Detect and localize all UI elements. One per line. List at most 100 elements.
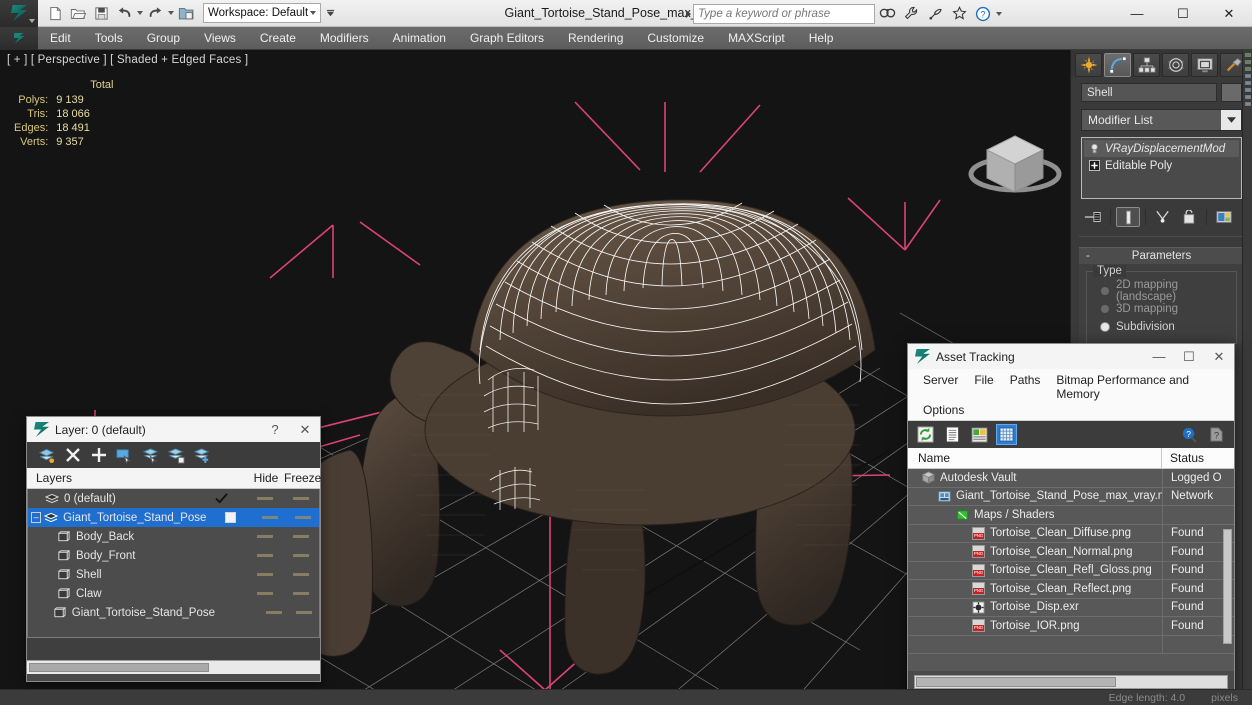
layer-row-default[interactable]: 0 (default) bbox=[28, 489, 319, 508]
toolbar-chip[interactable] bbox=[1245, 95, 1251, 99]
column-name[interactable]: Name bbox=[908, 447, 1162, 469]
menu-item-group[interactable]: Group bbox=[135, 27, 192, 50]
favorite-star-icon[interactable] bbox=[947, 3, 971, 24]
freeze-toggle[interactable] bbox=[283, 592, 319, 595]
right-toolbar-sliver[interactable] bbox=[1242, 50, 1252, 705]
search-icon[interactable] bbox=[875, 3, 899, 24]
hide-toggle[interactable] bbox=[254, 516, 287, 519]
toolbar-chip[interactable] bbox=[1245, 74, 1251, 78]
workspace-selector[interactable]: Workspace: Default bbox=[203, 3, 321, 23]
current-layer-check[interactable] bbox=[195, 493, 247, 504]
layer-close-button[interactable]: ✕ bbox=[290, 417, 320, 442]
layer-dialog[interactable]: Layer: 0 (default) ? ✕ Layers Hide Freez… bbox=[26, 416, 321, 682]
asset-row-diffuse[interactable]: Tortoise_Clean_Diffuse.png Found bbox=[908, 524, 1234, 543]
freeze-toggle[interactable] bbox=[286, 516, 319, 519]
hide-toggle[interactable] bbox=[259, 611, 289, 614]
layer-horizontal-scrollbar[interactable] bbox=[27, 660, 320, 674]
expand-collapse-icon[interactable]: – bbox=[31, 512, 42, 523]
create-tab[interactable] bbox=[1075, 53, 1102, 77]
minimize-button[interactable]: — bbox=[1114, 0, 1160, 27]
new-file-button[interactable] bbox=[44, 3, 66, 24]
help-icon[interactable]: ? bbox=[1180, 425, 1199, 444]
search-input[interactable]: Type a keyword or phrase bbox=[693, 3, 875, 24]
wrench-icon[interactable] bbox=[899, 3, 923, 24]
current-layer-check[interactable] bbox=[206, 512, 253, 523]
asset-menu-paths[interactable]: Paths bbox=[1002, 372, 1049, 402]
asset-menu-server[interactable]: Server bbox=[915, 372, 966, 402]
layer-dialog-titlebar[interactable]: Layer: 0 (default) ? ✕ bbox=[27, 417, 320, 442]
help-icon[interactable]: ? bbox=[971, 3, 995, 24]
set-current-icon[interactable] bbox=[193, 446, 212, 465]
collapse-icon[interactable]: - bbox=[1086, 250, 1090, 262]
hierarchy-tab[interactable] bbox=[1133, 53, 1160, 77]
remove-modifier-icon[interactable] bbox=[1177, 207, 1201, 227]
details-view-icon[interactable] bbox=[970, 425, 989, 444]
delete-layer-icon[interactable] bbox=[63, 446, 82, 465]
toolbar-chip[interactable] bbox=[1245, 60, 1251, 64]
menu-item-rendering[interactable]: Rendering bbox=[556, 27, 635, 50]
asset-row-refl-gloss[interactable]: Tortoise_Clean_Refl_Gloss.png Found bbox=[908, 561, 1234, 580]
asset-vertical-scrollbar[interactable] bbox=[1223, 529, 1232, 644]
rollout-header[interactable]: - Parameters bbox=[1079, 247, 1244, 264]
viewport-label[interactable]: [ + ] [ Perspective ] [ Shaded + Edged F… bbox=[7, 54, 248, 66]
expand-search-icon[interactable] bbox=[686, 9, 691, 18]
show-end-result-icon[interactable] bbox=[1116, 207, 1140, 227]
asset-row-normal[interactable]: Tortoise_Clean_Normal.png Found bbox=[908, 542, 1234, 562]
project-folder-button[interactable] bbox=[175, 3, 197, 24]
toolbar-chip[interactable] bbox=[1245, 88, 1251, 92]
context-help-icon[interactable]: ? bbox=[1207, 425, 1226, 444]
open-file-button[interactable] bbox=[67, 3, 89, 24]
hide-toggle[interactable] bbox=[247, 497, 283, 500]
radio-subdivision[interactable]: Subdivision bbox=[1093, 318, 1230, 336]
toolbar-chip[interactable] bbox=[1245, 67, 1251, 71]
workspace-dropdown-button[interactable] bbox=[323, 3, 337, 23]
add-layer-icon[interactable] bbox=[89, 446, 108, 465]
refresh-icon[interactable] bbox=[916, 425, 935, 444]
toolbar-chip[interactable] bbox=[1245, 81, 1251, 85]
layer-row-giant-tortoise-stand-pose[interactable]: – Giant_Tortoise_Stand_Pose bbox=[28, 508, 319, 527]
freeze-toggle[interactable] bbox=[283, 497, 319, 500]
undo-button[interactable] bbox=[113, 3, 135, 24]
layer-row-body-back[interactable]: Body_Back bbox=[28, 527, 319, 546]
freeze-toggle[interactable] bbox=[283, 535, 319, 538]
make-unique-icon[interactable] bbox=[1151, 207, 1175, 227]
layer-row-body-front[interactable]: Body_Front bbox=[28, 546, 319, 565]
layer-row-claw[interactable]: Claw bbox=[28, 584, 319, 603]
toolbar-chip[interactable] bbox=[1245, 102, 1251, 106]
menu-item-graph-editors[interactable]: Graph Editors bbox=[458, 27, 556, 50]
select-highlighted-icon[interactable] bbox=[141, 446, 160, 465]
menu-item-views[interactable]: Views bbox=[192, 27, 248, 50]
scrollbar-thumb[interactable] bbox=[29, 663, 209, 672]
pin-stack-icon[interactable] bbox=[1081, 207, 1105, 227]
menu-item-animation[interactable]: Animation bbox=[381, 27, 458, 50]
hide-toggle[interactable] bbox=[247, 554, 283, 557]
app-logo-button[interactable] bbox=[0, 0, 38, 27]
satellite-icon[interactable] bbox=[923, 3, 947, 24]
asset-tracking-titlebar[interactable]: Asset Tracking — ☐ ✕ bbox=[908, 344, 1234, 369]
asset-tracking-dialog[interactable]: Asset Tracking — ☐ ✕ Server File Paths B… bbox=[907, 343, 1235, 705]
display-tab[interactable] bbox=[1191, 53, 1218, 77]
menu-item-modifiers[interactable]: Modifiers bbox=[308, 27, 381, 50]
select-objects-icon[interactable] bbox=[115, 446, 134, 465]
modifier-stack-item-editablepoly[interactable]: Editable Poly bbox=[1084, 157, 1239, 174]
menu-item-tools[interactable]: Tools bbox=[83, 27, 135, 50]
layer-list[interactable]: 0 (default) – Giant_Tortoise_Stand_Pose … bbox=[27, 489, 320, 638]
asset-row-maps-shaders[interactable]: Maps / Shaders bbox=[908, 505, 1234, 525]
asset-minimize-button[interactable]: — bbox=[1144, 344, 1174, 369]
asset-row-disp[interactable]: Tortoise_Disp.exr Found bbox=[908, 598, 1234, 617]
asset-row-max-file[interactable]: Giant_Tortoise_Stand_Pose_max_vray.max N… bbox=[908, 487, 1234, 506]
menu-item-create[interactable]: Create bbox=[248, 27, 308, 50]
menu-item-maxscript[interactable]: MAXScript bbox=[716, 27, 797, 50]
redo-button[interactable] bbox=[144, 3, 166, 24]
menu-item-customize[interactable]: Customize bbox=[635, 27, 716, 50]
menu-item-edit[interactable]: Edit bbox=[38, 27, 83, 50]
hide-toggle[interactable] bbox=[247, 573, 283, 576]
freeze-toggle[interactable] bbox=[283, 554, 319, 557]
layer-help-button[interactable]: ? bbox=[260, 417, 290, 442]
asset-table[interactable]: Autodesk Vault Logged O Giant_Tortoise_S… bbox=[908, 469, 1234, 671]
grid-view-icon[interactable] bbox=[996, 424, 1017, 445]
column-status[interactable]: Status bbox=[1162, 451, 1234, 465]
scrollbar-thumb[interactable] bbox=[916, 677, 1116, 687]
object-color-swatch[interactable] bbox=[1221, 83, 1242, 102]
hide-toggle[interactable] bbox=[247, 535, 283, 538]
